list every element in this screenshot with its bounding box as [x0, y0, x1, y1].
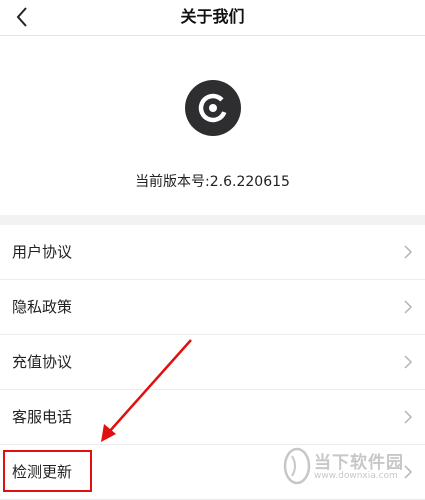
app-logo-icon [198, 93, 228, 123]
annotation-highlight-box [3, 450, 92, 492]
chevron-right-icon [404, 410, 413, 424]
section-divider [0, 215, 425, 225]
menu-item-recharge-agreement[interactable]: 充值协议 [0, 335, 425, 390]
watermark-url: www.downxia.com [314, 471, 398, 481]
chevron-right-icon [404, 300, 413, 314]
menu-item-label: 充值协议 [12, 353, 73, 371]
menu-item-label: 隐私政策 [12, 298, 73, 316]
watermark: 当下软件园 www.downxia.com [282, 444, 422, 492]
menu-item-privacy-policy[interactable]: 隐私政策 [0, 280, 425, 335]
watermark-logo-icon [283, 447, 311, 485]
top-bar: 关于我们 [0, 0, 425, 36]
version-text: 当前版本号:2.6.220615 [135, 174, 290, 190]
app-logo [185, 80, 241, 136]
menu-item-label: 用户协议 [12, 243, 73, 261]
about-header: 当前版本号:2.6.220615 [0, 37, 425, 215]
chevron-right-icon [404, 245, 413, 259]
page-title: 关于我们 [180, 7, 245, 26]
watermark-name: 当下软件园 [314, 453, 404, 473]
menu-item-user-agreement[interactable]: 用户协议 [0, 225, 425, 280]
chevron-right-icon [404, 355, 413, 369]
menu-item-customer-service-phone[interactable]: 客服电话 [0, 390, 425, 445]
menu-item-label: 客服电话 [12, 408, 73, 426]
